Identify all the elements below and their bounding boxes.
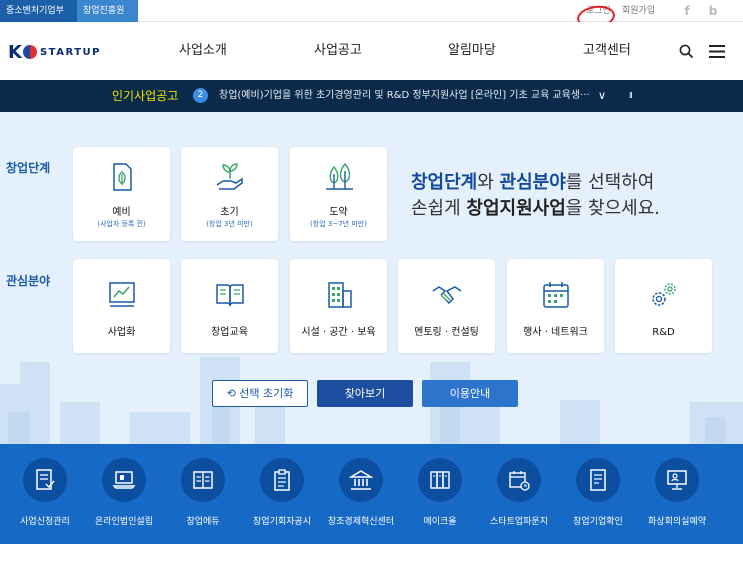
- calendar-clock-icon: [509, 471, 530, 491]
- calendar-icon: [542, 282, 569, 308]
- trees-icon: [325, 162, 353, 190]
- menu-business-intro[interactable]: 사업소개: [179, 42, 227, 60]
- quick-label: 창업기업확인: [573, 517, 623, 527]
- headline-interest: 관심분야: [499, 172, 566, 193]
- interest-card-name: 창업교육: [211, 327, 248, 338]
- interest-card-name: 사업화: [107, 327, 136, 338]
- stage-card-sub: (창업 3~7년 미만): [310, 220, 367, 228]
- interest-card-name: R&D: [652, 327, 675, 338]
- quick-label: 화상회의실예약: [648, 517, 706, 527]
- headline-easily: 손쉽게: [411, 198, 467, 219]
- menu-notices[interactable]: 알림마당: [448, 42, 496, 60]
- headline-select: 를 선택하여: [565, 172, 655, 193]
- quick-label: 사업신청관리: [20, 517, 70, 527]
- stage-card-pre[interactable]: 예비 (사업자 등록 전): [73, 147, 170, 241]
- institution-icon: [349, 470, 373, 490]
- interest-card-name: 멘토링 · 컨설팅: [414, 327, 479, 338]
- chart-board-icon: [108, 282, 135, 307]
- clipboard-icon: [274, 469, 290, 491]
- interest-section-label: 관심분야: [6, 274, 51, 288]
- video-conference-icon: [667, 470, 687, 490]
- finder-headline: 창업단계와 관심분야를 선택하여 손쉽게 창업지원사업을 찾으세요.: [411, 170, 660, 222]
- gears-icon: [651, 283, 676, 306]
- interest-card-facility[interactable]: 시설 · 공간 · 보육: [290, 259, 387, 353]
- quick-label: 스타트업파운지: [490, 517, 548, 527]
- pause-icon[interactable]: II: [629, 89, 633, 103]
- page-bottom-whitespace: [0, 544, 743, 572]
- menu-customer-center[interactable]: 고객센터: [583, 42, 631, 60]
- quick-label: 창업에듀: [186, 517, 220, 527]
- kised-link[interactable]: 창업진흥원: [77, 0, 138, 22]
- interest-card-education[interactable]: 창업교육: [181, 259, 278, 353]
- stage-card-name: 초기: [220, 207, 239, 218]
- headline-find: 을 찾으세요.: [565, 198, 661, 219]
- stage-section-label: 창업단계: [6, 161, 51, 175]
- open-book-icon: [215, 284, 244, 307]
- logo-text: STARTUP: [39, 46, 101, 58]
- reset-selection-label: 선택 초기화: [239, 387, 294, 400]
- sprout-hand-icon: [216, 163, 243, 190]
- hamburger-menu-icon[interactable]: [709, 45, 725, 58]
- reset-selection-button[interactable]: ⟲ 선택 초기화: [212, 380, 308, 407]
- quick-menu-bar: 사업신청관리 온라인법인설립 창업에듀 창업기회자공시 창조경제혁신센터 메이크…: [0, 444, 743, 544]
- interest-card-rnd[interactable]: R&D: [615, 259, 712, 353]
- popular-notice-bar: 인기사업공고 2 창업(예비)기업을 위한 초기경영관리 및 R&D 정부지원사…: [0, 80, 743, 112]
- kstartup-logo[interactable]: K STARTUP: [8, 41, 101, 63]
- binders-icon: [430, 471, 450, 489]
- laptop-icon: [112, 471, 136, 489]
- quick-label: 온라인법인설립: [95, 517, 153, 527]
- blog-icon[interactable]: b: [702, 2, 724, 20]
- stage-card-early[interactable]: 초기 (창업 3년 미만): [181, 147, 278, 241]
- quick-label: 창조경제혁신센터: [327, 517, 395, 527]
- headline-stage: 창업단계: [411, 172, 478, 193]
- search-icon[interactable]: [679, 44, 693, 58]
- signup-link[interactable]: 회원가입: [622, 4, 655, 18]
- handshake-icon: [432, 286, 461, 305]
- quick-label: 메이크올: [423, 517, 457, 527]
- startup-finder-panel: 창업단계 예비 (사업자 등록 전) 초기 (창업 3년 미만) 도약 (창업 …: [0, 112, 743, 444]
- book-icon: [193, 471, 213, 489]
- stage-card-growth[interactable]: 도약 (창업 3~7년 미만): [290, 147, 387, 241]
- interest-card-commercialization[interactable]: 사업화: [73, 259, 170, 353]
- main-header: K STARTUP 사업소개 사업공고 알림마당 고객센터: [0, 22, 743, 80]
- certificate-icon: [590, 469, 606, 491]
- guide-button[interactable]: 이용안내: [422, 380, 518, 407]
- ministry-link[interactable]: 중소벤처기업부: [0, 0, 77, 22]
- notice-number-badge: 2: [193, 88, 208, 103]
- stage-card-sub: (창업 3년 미만): [206, 220, 253, 228]
- chevron-down-icon[interactable]: ∨: [598, 88, 606, 103]
- search-button[interactable]: 찾아보기: [317, 380, 413, 407]
- logo-k: K: [8, 41, 22, 63]
- quick-label: 창업기회자공시: [253, 517, 311, 527]
- stage-card-name: 예비: [112, 207, 131, 218]
- menu-business-notice[interactable]: 사업공고: [314, 42, 362, 60]
- top-utility-bar: 중소벤처기업부 창업진흥원 로그인 회원가입 f b: [0, 0, 743, 22]
- stage-card-sub: (사업자 등록 전): [97, 220, 146, 228]
- refresh-icon: ⟲: [226, 387, 236, 400]
- interest-card-name: 시설 · 공간 · 보육: [301, 327, 376, 338]
- interest-card-mentoring[interactable]: 멘토링 · 컨설팅: [398, 259, 495, 353]
- notice-label: 인기사업공고: [112, 89, 179, 103]
- notice-title-link[interactable]: 창업(예비)기업을 위한 초기경영관리 및 R&D 정부지원사업 [온라인] 기…: [219, 89, 589, 103]
- interest-card-events[interactable]: 행사 · 네트워크: [507, 259, 604, 353]
- headline-programs: 창업지원사업: [466, 198, 566, 219]
- building-icon: [327, 282, 352, 308]
- interest-card-name: 행사 · 네트워크: [523, 327, 588, 338]
- application-icon: [36, 469, 55, 490]
- stage-card-name: 도약: [329, 207, 348, 218]
- document-leaf-icon: [112, 163, 132, 191]
- headline-and: 와: [477, 172, 500, 193]
- facebook-icon[interactable]: f: [676, 2, 698, 20]
- logo-ball-icon: [22, 45, 37, 59]
